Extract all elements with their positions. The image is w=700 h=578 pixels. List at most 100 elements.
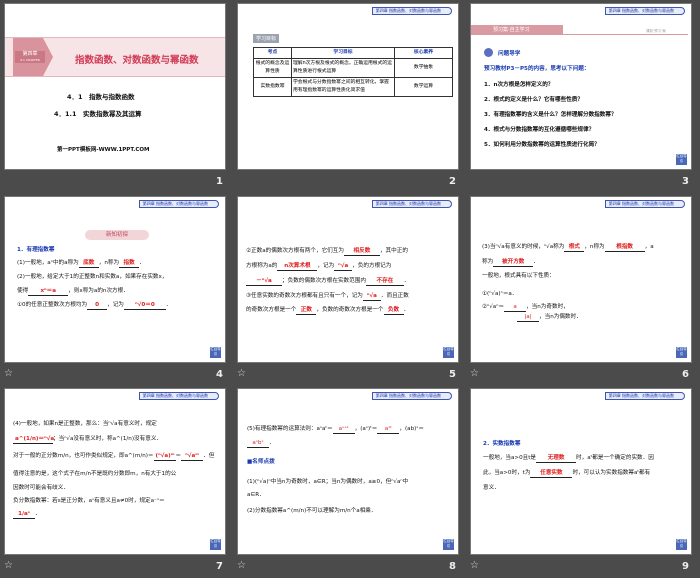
- text-fragment: ，则x称为a的n次方根．: [68, 288, 129, 294]
- answer-blank: n次算术根: [277, 262, 318, 271]
- back-to-index-button[interactable]: 栏目导引: [443, 347, 454, 358]
- banner-line: [563, 34, 688, 35]
- answer-blank: 根指数: [604, 243, 645, 252]
- question-item: 3．有理指数幂的含义是什么？怎样理解分数指数幂？: [484, 112, 617, 118]
- text-line: 的奇数次方根是一个 正数 ，负数的奇数次方根是一个 负数．: [246, 306, 410, 315]
- text-line: 使得 xⁿ＝a ，则x称为a的n次方根．: [17, 286, 129, 296]
- text-fragment: (3)当ⁿ√a有意义的时候，ⁿ√a称为: [482, 244, 565, 250]
- text-fragment: ，n称为: [584, 244, 605, 250]
- text-line: (2)一般地，给定大于1的正整数n和实数a，如果存在实数x，: [17, 274, 168, 280]
- slide-number: 2: [449, 176, 456, 187]
- slide-2[interactable]: 第四章 指数函数、对数函数与幂函数 学习目标 考点 学习目标 核心素养 根式的概念及…: [237, 3, 459, 170]
- new-knowledge-banner: 新知初探: [85, 230, 149, 240]
- objectives-label: 学习目标: [253, 34, 280, 43]
- text-fragment: 数学抽象: [394, 58, 453, 78]
- text-line: 方根称为a的 n次算术根 ，记为 ⁿ√a ，负的方根记为: [246, 261, 391, 271]
- text-line: (3)当ⁿ√a有意义的时候，ⁿ√a称为 根式 ，n称为 根指数 ，a: [482, 242, 654, 252]
- star-icon[interactable]: ☆: [237, 368, 246, 379]
- answer-blank: aˢ⁺ᵗ: [332, 425, 355, 434]
- star-icon[interactable]: ☆: [470, 368, 479, 379]
- back-to-index-button[interactable]: 栏目导引: [676, 154, 687, 165]
- text-line: ②正数a的偶数次方根有两个，它们互为 相反数 ，其中正的: [246, 246, 408, 256]
- text-fragment: 此，当a>0时，t为: [483, 470, 531, 476]
- table-header: 核心素养: [394, 47, 453, 59]
- answer-blank: 不存在: [365, 277, 404, 286]
- answer-blank: 任意实数: [530, 469, 573, 478]
- star-icon[interactable]: ☆: [237, 560, 246, 571]
- star-icon[interactable]: ☆: [470, 560, 479, 571]
- text-fragment: ．但: [203, 453, 215, 459]
- slide-thumbnail-9[interactable]: 第四章 指数函数、对数函数与幂函数 2．实数指数幂 一般地，当a>0且t是 无理数…: [466, 385, 699, 578]
- question-item: 5．如何利用分数指数幂的运算性质进行化简？: [484, 142, 600, 148]
- text-line: －ⁿ√a ；负数的偶数次方根在实数范围内 不存在．: [246, 276, 410, 286]
- text-fragment: ③任意实数的奇数次方根都有且只有一个，记为: [246, 293, 363, 299]
- slide-9[interactable]: 第四章 指数函数、对数函数与幂函数 2．实数指数幂 一般地，当a>0且t是 无理数…: [470, 388, 692, 555]
- slide-thumbnail-8[interactable]: 第四章 指数函数、对数函数与幂函数 (5)有理指数幂的运算法则：aˢaᵗ＝ aˢ⁺…: [233, 385, 466, 578]
- chapter-label: 第四章 4.1 CHAPTER: [15, 51, 45, 63]
- slide-1[interactable]: 第四章 4.1 CHAPTER 指数函数、对数函数与幂函数 4．1 指数与指数函数…: [4, 3, 226, 170]
- answer-blank: aˢbˢ: [247, 439, 269, 448]
- text-line: a∈R．: [247, 492, 265, 498]
- question-item: 2．根式的定义是什么？它有哪些性质？: [484, 97, 583, 103]
- text-line: ②ⁿ√aⁿ＝ a ，当n为奇数时，: [482, 302, 569, 312]
- subsection-title: 4．1.1 实数指数幂及其运算: [54, 110, 142, 118]
- slide-5[interactable]: 第四章 指数函数、对数函数与幂函数 ②正数a的偶数次方根有两个，它们互为 相反数，…: [237, 196, 459, 363]
- intro-text: 预习教材P3－P5的内容，思考以下问题：: [484, 66, 590, 72]
- table-row: 实数指数幂 学会根式与分数指数幂之间的相互转化，掌握用有理指数幂的运算性质化简求值…: [253, 77, 453, 97]
- chapter-badge: 第四章 指数函数、对数函数与幂函数: [371, 7, 452, 15]
- slide-8[interactable]: 第四章 指数函数、对数函数与幂函数 (5)有理指数幂的运算法则：aˢaᵗ＝ aˢ⁺…: [237, 388, 459, 555]
- text-fragment: 对于一般的正分数m/n，也可作类似规定，即a^(m/n)＝: [13, 453, 154, 459]
- answer-blank: －ⁿ√a: [246, 277, 282, 286]
- text-fragment: 根式的概念及运算性质: [253, 58, 292, 78]
- slide-thumbnail-5[interactable]: 第四章 指数函数、对数函数与幂函数 ②正数a的偶数次方根有两个，它们互为 相反数，…: [233, 193, 466, 386]
- slide-number: 1: [216, 176, 223, 187]
- back-to-index-button[interactable]: 栏目导引: [676, 347, 687, 358]
- text-fragment: 时，aᵗ都是一个确定的实数．因: [576, 455, 654, 461]
- text-fragment: ，n称为: [98, 260, 120, 266]
- back-to-index-button[interactable]: 栏目导引: [676, 539, 687, 550]
- slide-6[interactable]: 第四章 指数函数、对数函数与幂函数 (3)当ⁿ√a有意义的时候，ⁿ√a称为 根式，…: [470, 196, 692, 363]
- section-title: 4．1 指数与指数函数: [67, 93, 135, 101]
- text-fragment: ，记为: [107, 302, 124, 308]
- slide-3[interactable]: 第四章 指数函数、对数函数与幂函数 预习案·自主学习 课前·预习·案 问题导学 …: [470, 3, 692, 170]
- answer-blank: ⁿ√aᵐ: [181, 452, 204, 461]
- text-line: 对于一般的正分数m/n，也可作类似规定，即a^(m/n)＝ (ⁿ√a)ᵐ＝ ⁿ√aᵐ…: [13, 452, 215, 461]
- slide-thumbnail-7[interactable]: 第四章 指数函数、对数函数与幂函数 (4)一般地，如果n是正整数，那么：当ⁿ√a…: [0, 385, 233, 578]
- section-banner: 预习案·自主学习: [471, 25, 563, 35]
- slide-4[interactable]: 第四章 指数函数、对数函数与幂函数 新知初探 1．有理指数幂 (1)一般地，aⁿ…: [4, 196, 226, 363]
- text-line: 一般地，根式具有以下性质：: [482, 273, 555, 279]
- text-fragment: 一般地，当a>0且t是: [483, 455, 537, 461]
- text-fragment: ，其中正的: [379, 248, 408, 254]
- slide-thumbnail-6[interactable]: 第四章 指数函数、对数函数与幂函数 (3)当ⁿ√a有意义的时候，ⁿ√a称为 根式，…: [466, 193, 699, 386]
- answer-blank: 底数: [78, 259, 99, 268]
- back-to-index-button[interactable]: 栏目导引: [210, 539, 221, 550]
- slide-number: 3: [682, 176, 689, 187]
- slide-7[interactable]: 第四章 指数函数、对数函数与幂函数 (4)一般地，如果n是正整数，那么：当ⁿ√a…: [4, 388, 226, 555]
- slide-thumbnail-4[interactable]: 第四章 指数函数、对数函数与幂函数 新知初探 1．有理指数幂 (1)一般地，aⁿ…: [0, 193, 233, 386]
- answer-blank: 正数: [296, 306, 317, 315]
- chapter-badge: 第四章 指数函数、对数函数与幂函数: [604, 7, 685, 15]
- text-fragment: 使得: [17, 288, 29, 294]
- text-line: a^(1/n)＝ⁿ√a；当ⁿ√a没有意义时，称a^(1/n)没有意义．: [13, 434, 162, 444]
- answer-blank: 1/aˢ: [13, 510, 35, 519]
- slide-thumbnail-3[interactable]: 第四章 指数函数、对数函数与幂函数 预习案·自主学习 课前·预习·案 问题导学 …: [466, 0, 699, 193]
- text-line: 因数时可能会有歧义．: [13, 485, 69, 491]
- back-to-index-button[interactable]: 栏目导引: [443, 539, 454, 550]
- slide-number: 9: [682, 561, 689, 572]
- chapter-badge: 第四章 指数函数、对数函数与幂函数: [371, 200, 452, 208]
- star-icon[interactable]: ☆: [4, 560, 13, 571]
- text-line: ③任意实数的奇数次方根都有且只有一个，记为 ⁿ√a ．而且正数: [246, 291, 409, 301]
- text-line: (4)一般地，如果n是正整数，那么：当ⁿ√a有意义时，规定: [13, 421, 157, 427]
- text-fragment: 4.1 CHAPTER: [20, 58, 40, 62]
- answer-blank: 无理数: [536, 454, 577, 463]
- text-fragment: ．而且正数: [380, 293, 409, 299]
- chapter-badge: 第四章 指数函数、对数函数与幂函数: [604, 392, 685, 400]
- star-icon[interactable]: ☆: [4, 368, 13, 379]
- text-fragment: ，当n为偶数时．: [539, 314, 582, 320]
- slide-number: 8: [449, 561, 456, 572]
- slide-thumbnail-1[interactable]: 第四章 4.1 CHAPTER 指数函数、对数函数与幂函数 4．1 指数与指数函数…: [0, 0, 233, 193]
- answer-blank: 根式: [564, 243, 585, 252]
- back-to-index-button[interactable]: 栏目导引: [210, 347, 221, 358]
- slide-thumbnail-2[interactable]: 第四章 指数函数、对数函数与幂函数 学习目标 考点 学习目标 核心素养 根式的概念及…: [233, 0, 466, 193]
- answer-blank: |a|: [517, 313, 539, 322]
